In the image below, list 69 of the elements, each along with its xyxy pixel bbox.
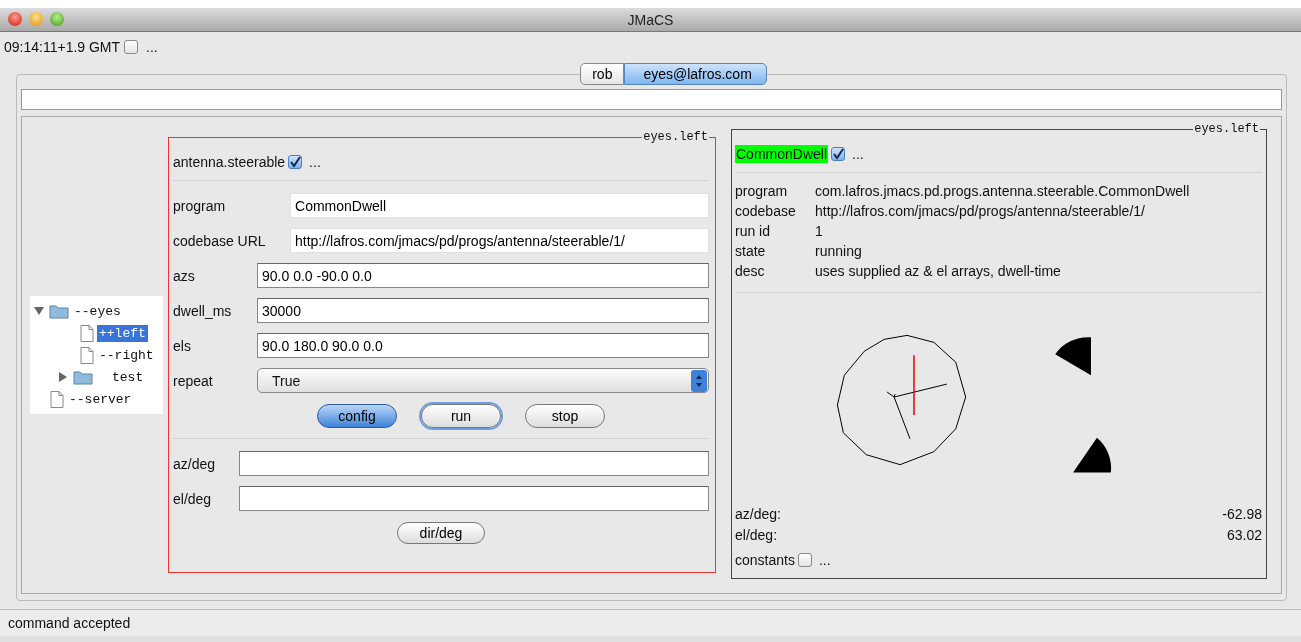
- tree-item[interactable]: --server: [67, 390, 134, 408]
- panel-title: eyes.left: [1193, 122, 1260, 136]
- info-label: desc: [735, 263, 766, 280]
- info-value: http://lafros.com/jmacs/pd/progs/antenna/steerable/1/: [815, 203, 1146, 220]
- action-button[interactable]: run: [421, 404, 501, 428]
- stepper-icon: [691, 369, 707, 392]
- document-icon: [80, 346, 94, 364]
- close-button[interactable]: [8, 12, 22, 26]
- status-message: command accepted: [8, 615, 131, 631]
- checkbox[interactable]: [288, 155, 303, 169]
- program-type: antenna.steerable: [173, 154, 286, 170]
- reading-value: -62.98: [1222, 505, 1262, 524]
- constants-label: constants: [735, 552, 795, 568]
- checkbox[interactable]: [124, 40, 139, 54]
- field-label: az/deg: [173, 455, 217, 472]
- info-value: com.lafros.jmacs.pd.progs.antenna.steerable.CommonDwell: [815, 183, 1191, 200]
- panel-title: eyes.left: [642, 130, 709, 144]
- document-icon: [80, 324, 94, 342]
- tree-item[interactable]: --eyes: [72, 302, 123, 320]
- field-label: azs: [173, 267, 196, 284]
- input-field[interactable]: CommonDwell: [290, 193, 709, 218]
- info-label: state: [735, 243, 767, 260]
- reading-value: 63.02: [1226, 526, 1262, 545]
- command-field[interactable]: [21, 89, 1282, 110]
- clock-time: 09:14:11+1.9 GMT: [4, 39, 121, 55]
- tree-item[interactable]: test: [110, 368, 146, 386]
- info-value: uses supplied az & el arrays, dwell-time: [815, 263, 1062, 280]
- input-field[interactable]: http://lafros.com/jmacs/pd/progs/antenna/steerable/1/: [290, 228, 709, 253]
- tree-item[interactable]: --right: [97, 346, 156, 364]
- more-button[interactable]: ...: [142, 39, 158, 55]
- field-label: dwell_ms: [173, 302, 233, 319]
- input-field[interactable]: [239, 486, 709, 511]
- field-label: els: [173, 337, 192, 354]
- info-label: codebase: [735, 203, 797, 220]
- tab[interactable]: eyes@lafros.com: [624, 63, 767, 85]
- window-title: JMaCS: [627, 11, 674, 28]
- document-icon: [50, 390, 64, 408]
- input-field[interactable]: 30000: [257, 298, 709, 323]
- tree-item[interactable]: ++left: [97, 324, 148, 342]
- folder-icon: [49, 303, 69, 319]
- info-label: program: [735, 183, 789, 200]
- info-value: running: [815, 243, 863, 260]
- input-field[interactable]: 90.0 0.0 -90.0 0.0: [257, 263, 709, 288]
- field-label: program: [173, 197, 227, 214]
- info-label: run id: [735, 223, 772, 240]
- sector-icon: [1073, 437, 1112, 473]
- field-label: repeat: [173, 372, 214, 389]
- more-button[interactable]: ...: [848, 146, 864, 162]
- disclosure-triangle-icon[interactable]: [58, 372, 68, 382]
- checkbox[interactable]: [797, 553, 812, 567]
- field-label: el/deg: [173, 490, 213, 507]
- disclosure-triangle-icon[interactable]: [34, 306, 44, 316]
- action-button[interactable]: stop: [525, 404, 605, 428]
- program-name: CommonDwell: [735, 145, 829, 163]
- reading-label: el/deg:: [735, 526, 778, 545]
- action-button[interactable]: config: [317, 404, 397, 428]
- sector-icon: [1055, 336, 1091, 375]
- input-field[interactable]: [239, 451, 709, 476]
- info-value: 1: [815, 223, 824, 240]
- folder-icon: [73, 369, 93, 385]
- checkbox[interactable]: [831, 147, 846, 161]
- tab[interactable]: rob: [580, 63, 625, 85]
- more-button[interactable]: ...: [305, 154, 321, 170]
- dir-button[interactable]: dir/deg: [397, 522, 485, 544]
- more-button[interactable]: ...: [814, 552, 831, 568]
- input-field[interactable]: 90.0 180.0 90.0 0.0: [257, 333, 709, 358]
- reading-label: az/deg:: [735, 505, 781, 524]
- field-label: codebase URL: [173, 232, 267, 249]
- dropdown[interactable]: True: [257, 368, 709, 393]
